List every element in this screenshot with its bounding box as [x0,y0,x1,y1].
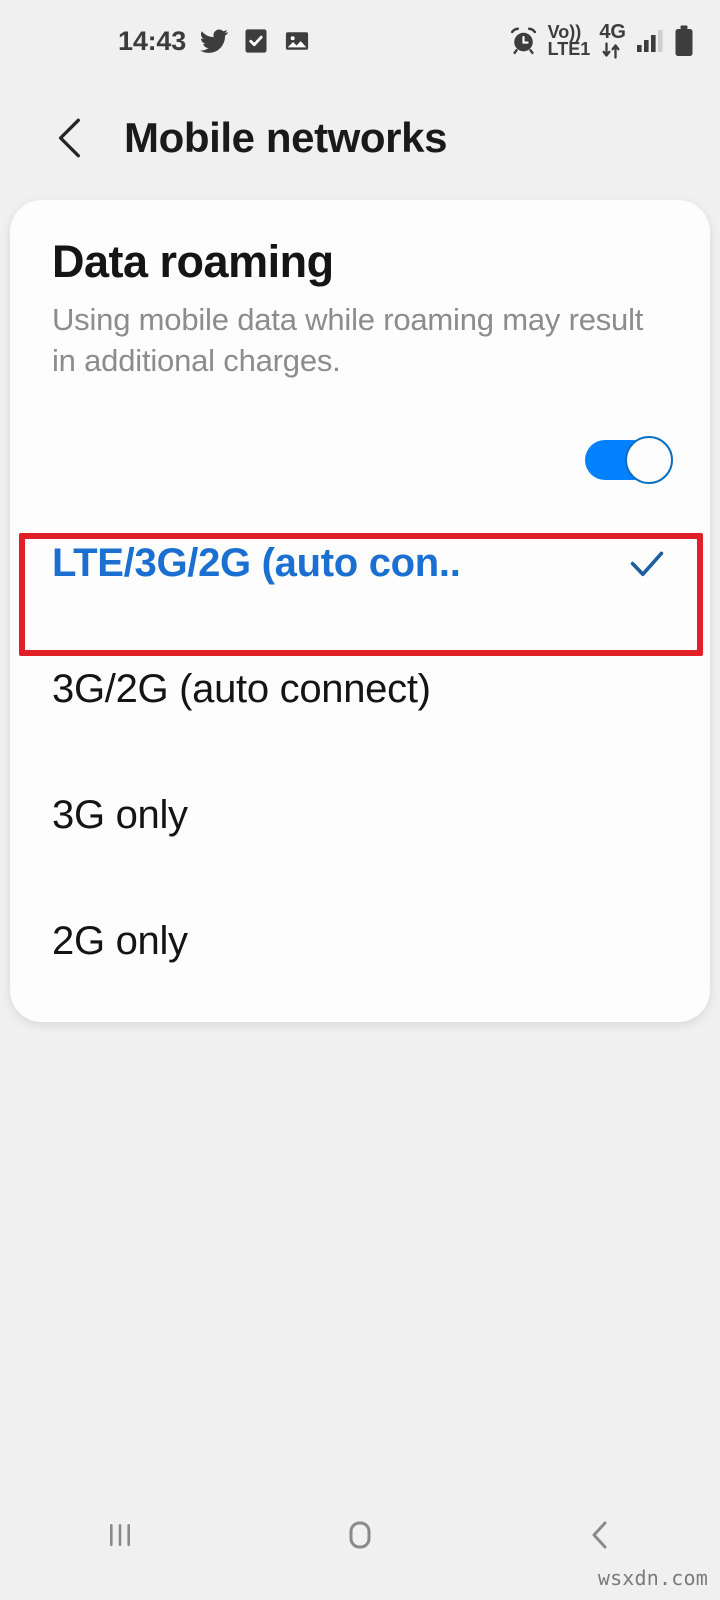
data-transfer-arrows-icon [602,42,620,59]
nav-back-chevron-icon [592,1521,607,1549]
alarm-clock-icon [510,28,536,55]
data-roaming-description: Using mobile data while roaming may resu… [52,301,644,378]
data-roaming-toggle[interactable] [585,436,673,484]
network-type-label: 4G [599,20,626,43]
chevron-left-icon[interactable] [46,113,96,163]
watermark: wsxdn.com [597,1566,708,1590]
4g-data-icon: 4G [599,20,626,59]
gallery-image-icon [285,32,309,50]
twitter-icon [200,29,228,53]
status-bar-left-group: 14:43 [118,26,311,56]
option-label: LTE/3G/2G (auto con.. [52,540,461,585]
app-header: Mobile networks [0,82,720,194]
option-label: 3G only [52,792,188,837]
home-icon [349,1521,371,1549]
network-mode-option-3g-2g[interactable]: 3G/2G (auto connect) [10,626,710,752]
battery-icon [675,25,693,56]
signal-bars-icon [637,29,663,52]
status-bar-clock: 14:43 [118,25,187,56]
option-label: 2G only [52,918,188,963]
network-mode-option-lte-3g-2g[interactable]: LTE/3G/2G (auto con.. [10,500,710,626]
tasks-checkbox-icon [245,29,267,53]
settings-card: Data roaming Using mobile data while roa… [10,200,710,1022]
nav-recents-button[interactable] [0,1470,240,1600]
network-mode-option-2g-only[interactable]: 2G only [10,878,710,1004]
network-mode-option-list: LTE/3G/2G (auto con.. 3G/2G (auto connec… [10,500,710,1004]
volte-bottom-label: LTE1 [547,38,591,59]
nav-home-button[interactable] [240,1470,480,1600]
recents-icon [110,1524,130,1546]
volte-icon: Vo)) LTE1 [547,22,591,59]
toggle-thumb [625,436,673,484]
phone-screen: 14:43 Vo)) LTE1 4G Mobile networks Data … [0,0,720,1600]
status-bar: 14:43 Vo)) LTE1 4G [0,0,720,82]
page-title: Mobile networks [124,114,448,161]
option-label: 3G/2G (auto connect) [52,666,431,711]
network-mode-option-3g-only[interactable]: 3G only [10,752,710,878]
status-bar-right-group: Vo)) LTE1 4G [508,20,694,59]
data-roaming-title: Data roaming [52,236,334,287]
check-icon [630,551,664,577]
